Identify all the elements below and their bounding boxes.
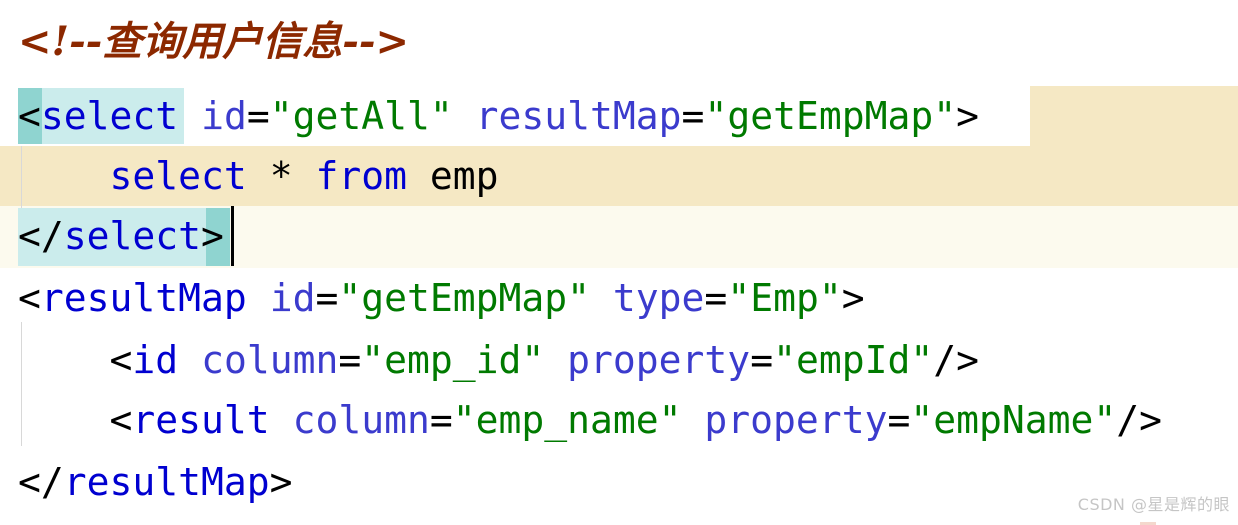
code-token-tag: id bbox=[132, 338, 179, 382]
code-token-plain: * bbox=[269, 154, 293, 198]
code-token-val: "empId" bbox=[773, 338, 934, 382]
code-token-tag: result bbox=[132, 398, 270, 442]
code-token-punct: = bbox=[315, 276, 339, 320]
code-token-punct: /> bbox=[1116, 398, 1163, 442]
code-token-val: "getAll" bbox=[269, 94, 453, 138]
code-token-tag: resultMap bbox=[63, 460, 270, 504]
code-token-val: "Emp" bbox=[727, 276, 842, 320]
code-token-attr: property bbox=[567, 338, 751, 382]
code-token-punct: </ bbox=[18, 214, 64, 258]
code-line-5[interactable]: <resultMap id="getEmpMap" type="Emp"> bbox=[18, 268, 865, 328]
code-token-punct: /> bbox=[933, 338, 979, 382]
code-token-punct: = bbox=[704, 276, 728, 320]
code-token-punct: </ bbox=[18, 460, 64, 504]
code-line-1[interactable]: <!--查询用户信息--> bbox=[18, 14, 409, 74]
code-token-tag: select bbox=[40, 94, 179, 138]
code-line-3[interactable]: select * from emp bbox=[18, 146, 499, 206]
code-token-tag: select bbox=[109, 154, 247, 198]
text-caret bbox=[231, 206, 234, 266]
code-token-tag: select bbox=[63, 214, 202, 258]
code-line-4[interactable]: </select> bbox=[18, 206, 224, 266]
code-token-punct: < bbox=[109, 398, 133, 442]
code-token-attr: property bbox=[704, 398, 888, 442]
code-line-2[interactable]: <select id="getAll" resultMap="getEmpMap… bbox=[18, 86, 979, 146]
code-token-punct: = bbox=[246, 94, 270, 138]
code-token-val: "getEmpMap" bbox=[704, 94, 957, 138]
code-token-punct: > bbox=[956, 94, 979, 138]
code-token-val: "emp_name" bbox=[452, 398, 682, 442]
code-token-punct: < bbox=[18, 276, 41, 320]
code-token-punct: = bbox=[887, 398, 911, 442]
code-token-attr: id bbox=[269, 276, 316, 320]
code-token-punct: > bbox=[201, 214, 224, 258]
code-line-8[interactable]: </resultMap> bbox=[18, 452, 293, 512]
code-token-punct: = bbox=[429, 398, 453, 442]
code-token-tag: from bbox=[315, 154, 407, 198]
code-token-attr: type bbox=[612, 276, 705, 320]
code-editor[interactable]: <!--查询用户信息--> <select id="getAll" result… bbox=[0, 0, 1238, 525]
code-token-attr: resultMap bbox=[475, 94, 682, 138]
code-token-plain: emp bbox=[429, 154, 499, 198]
code-token-tag: resultMap bbox=[40, 276, 247, 320]
code-token-punct: < bbox=[18, 94, 41, 138]
csdn-watermark: CSDN @星是辉的眼 bbox=[1077, 495, 1230, 514]
code-line-6[interactable]: <id column="emp_id" property="empId"/> bbox=[18, 330, 979, 390]
code-token-punct: > bbox=[841, 276, 865, 320]
code-token-attr: column bbox=[201, 338, 339, 382]
code-token-attr: column bbox=[292, 398, 430, 442]
code-token-punct: = bbox=[681, 94, 705, 138]
code-line-7[interactable]: <result column="emp_name" property="empN… bbox=[18, 390, 1163, 450]
code-token-attr: id bbox=[201, 94, 247, 138]
code-token-comment: <!--查询用户信息--> bbox=[18, 18, 409, 65]
code-token-val: "getEmpMap" bbox=[338, 276, 591, 320]
code-token-punct: > bbox=[269, 460, 293, 504]
code-token-punct: < bbox=[109, 338, 133, 382]
code-token-punct: = bbox=[338, 338, 362, 382]
code-token-punct: = bbox=[750, 338, 774, 382]
code-token-val: "empName" bbox=[910, 398, 1117, 442]
code-token-val: "emp_id" bbox=[361, 338, 545, 382]
